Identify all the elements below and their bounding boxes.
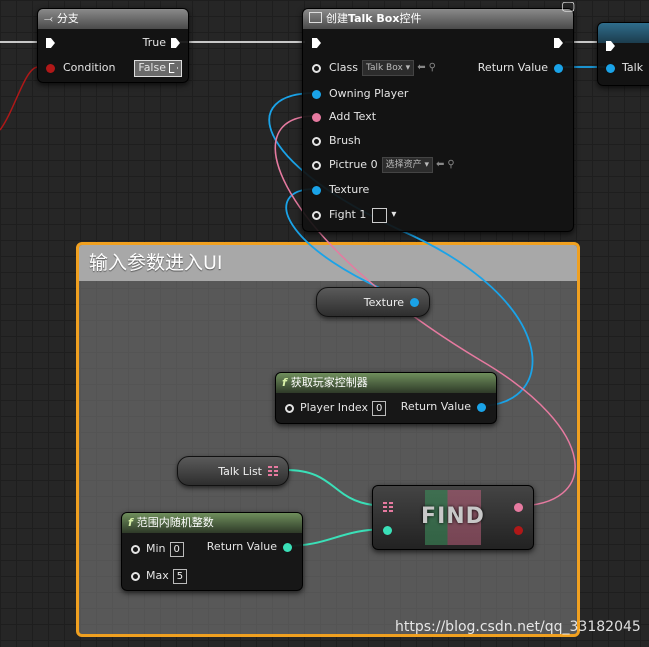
- player-index-label: Player Index: [300, 401, 369, 414]
- branch-node-header[interactable]: ⤙ 分支: [38, 9, 188, 29]
- branch-title: 分支: [56, 12, 79, 25]
- texture-variable-label: Texture: [363, 295, 404, 309]
- search-icon[interactable]: ⚲: [447, 156, 454, 174]
- max-input[interactable]: 5: [172, 568, 188, 584]
- branch-true-label: True: [142, 36, 166, 49]
- function-icon: f: [282, 376, 287, 389]
- class-pin[interactable]: [312, 63, 321, 73]
- exec-out-icon: [169, 63, 178, 73]
- get-player-controller-header[interactable]: f 获取玩家控制器: [276, 373, 496, 393]
- chevron-down-icon[interactable]: ▾: [391, 206, 396, 224]
- random-int-header[interactable]: f 范围内随机整数: [122, 513, 302, 533]
- next-node-label: Talk: [622, 61, 644, 74]
- class-label: Class: [329, 61, 358, 74]
- next-node[interactable]: Talk: [597, 22, 649, 86]
- pictrue-dropdown-value: 选择资产: [385, 160, 422, 170]
- branch-false-pin[interactable]: False: [134, 59, 182, 77]
- next-node-target-pin[interactable]: [606, 63, 615, 73]
- add-text-pin[interactable]: [312, 112, 321, 122]
- random-int-return-pin[interactable]: [283, 542, 292, 552]
- fight-pin[interactable]: [312, 210, 321, 220]
- brush-pin[interactable]: [312, 136, 321, 146]
- fight-color-swatch[interactable]: [372, 207, 388, 223]
- create-widget-node[interactable]: 创建Talk Box控件 Class Talk Box ▾ ⬅ ⚲ Return…: [302, 8, 574, 232]
- find-index-pin[interactable]: [383, 525, 392, 535]
- chevron-down-icon: ▾: [424, 160, 429, 170]
- owning-player-pin[interactable]: [312, 89, 321, 99]
- widget-icon: [309, 12, 322, 23]
- talk-list-label: Talk List: [218, 464, 262, 478]
- pictrue-pin[interactable]: [312, 160, 321, 170]
- arrow-left-icon[interactable]: ⬅: [417, 59, 425, 77]
- pictrue-dropdown[interactable]: 选择资产 ▾: [381, 157, 433, 173]
- branch-true-pin[interactable]: [171, 38, 180, 48]
- search-icon[interactable]: ⚲: [429, 59, 436, 77]
- monitor-icon: 🖵: [562, 0, 575, 15]
- brush-label: Brush: [329, 134, 361, 147]
- class-dropdown-value: Talk Box: [365, 63, 403, 73]
- random-int-in-range-node[interactable]: f 范围内随机整数 Min 0 Return Value Max 5: [121, 512, 303, 591]
- find-label: FIND: [421, 504, 485, 529]
- condition-label: Condition: [63, 61, 116, 74]
- texture-variable-node[interactable]: Texture: [316, 287, 430, 317]
- branch-false-label: False: [138, 61, 166, 74]
- texture-pin[interactable]: [312, 185, 321, 195]
- branch-exec-in-pin[interactable]: [46, 38, 55, 48]
- create-widget-return-pin[interactable]: [554, 63, 563, 73]
- array-pin-icon[interactable]: [268, 466, 278, 476]
- min-pin[interactable]: [131, 544, 140, 554]
- watermark: https://blog.csdn.net/qq_33182045: [395, 619, 641, 635]
- find-bool-pin[interactable]: [514, 525, 523, 535]
- find-array-pin[interactable]: [383, 502, 393, 512]
- texture-variable-pin[interactable]: [410, 297, 419, 307]
- get-player-controller-node[interactable]: f 获取玩家控制器 Player Index 0 Return Value: [275, 372, 497, 424]
- random-int-return-label: Return Value: [206, 540, 277, 553]
- min-input[interactable]: 0: [169, 541, 184, 557]
- min-label: Min: [146, 542, 166, 555]
- create-widget-exec-in-pin[interactable]: [312, 38, 321, 48]
- function-icon: f: [128, 516, 133, 529]
- next-node-exec-pin[interactable]: [606, 41, 615, 51]
- create-widget-title-bold: Talk Box: [348, 12, 400, 25]
- player-index-pin[interactable]: [285, 403, 294, 413]
- talk-list-variable-node[interactable]: Talk List: [177, 456, 289, 486]
- get-player-controller-title: 获取玩家控制器: [290, 376, 368, 389]
- branch-icon: ⤙: [44, 12, 53, 25]
- find-result-pin[interactable]: [514, 502, 523, 512]
- class-dropdown[interactable]: Talk Box ▾: [361, 60, 415, 76]
- max-pin[interactable]: [131, 571, 140, 581]
- texture-label: Texture: [329, 183, 370, 196]
- max-label: Max: [146, 569, 169, 582]
- random-int-title: 范围内随机整数: [136, 516, 214, 529]
- create-widget-exec-out-pin[interactable]: [554, 38, 563, 48]
- create-widget-header[interactable]: 创建Talk Box控件: [303, 9, 573, 29]
- player-controller-return-label: Return Value: [400, 400, 471, 413]
- player-index-input[interactable]: 0: [372, 400, 387, 416]
- comment-title[interactable]: 输入参数进入UI: [79, 245, 577, 281]
- condition-pin[interactable]: [46, 63, 55, 73]
- player-controller-return-pin[interactable]: [477, 402, 486, 412]
- chevron-down-icon: ▾: [405, 63, 411, 73]
- branch-node[interactable]: ⤙ 分支 True Condition False: [37, 8, 189, 83]
- add-text-label: Add Text: [329, 110, 377, 123]
- pictrue-label: Pictrue 0: [329, 158, 378, 171]
- create-widget-title-prefix: 创建: [326, 12, 348, 25]
- fight-label: Fight 1: [329, 208, 367, 221]
- create-widget-title-suffix: 控件: [399, 12, 422, 25]
- find-node[interactable]: FIND: [372, 485, 534, 550]
- owning-player-label: Owning Player: [329, 87, 409, 100]
- arrow-left-icon[interactable]: ⬅: [436, 156, 444, 174]
- create-widget-return-label: Return Value: [477, 61, 548, 74]
